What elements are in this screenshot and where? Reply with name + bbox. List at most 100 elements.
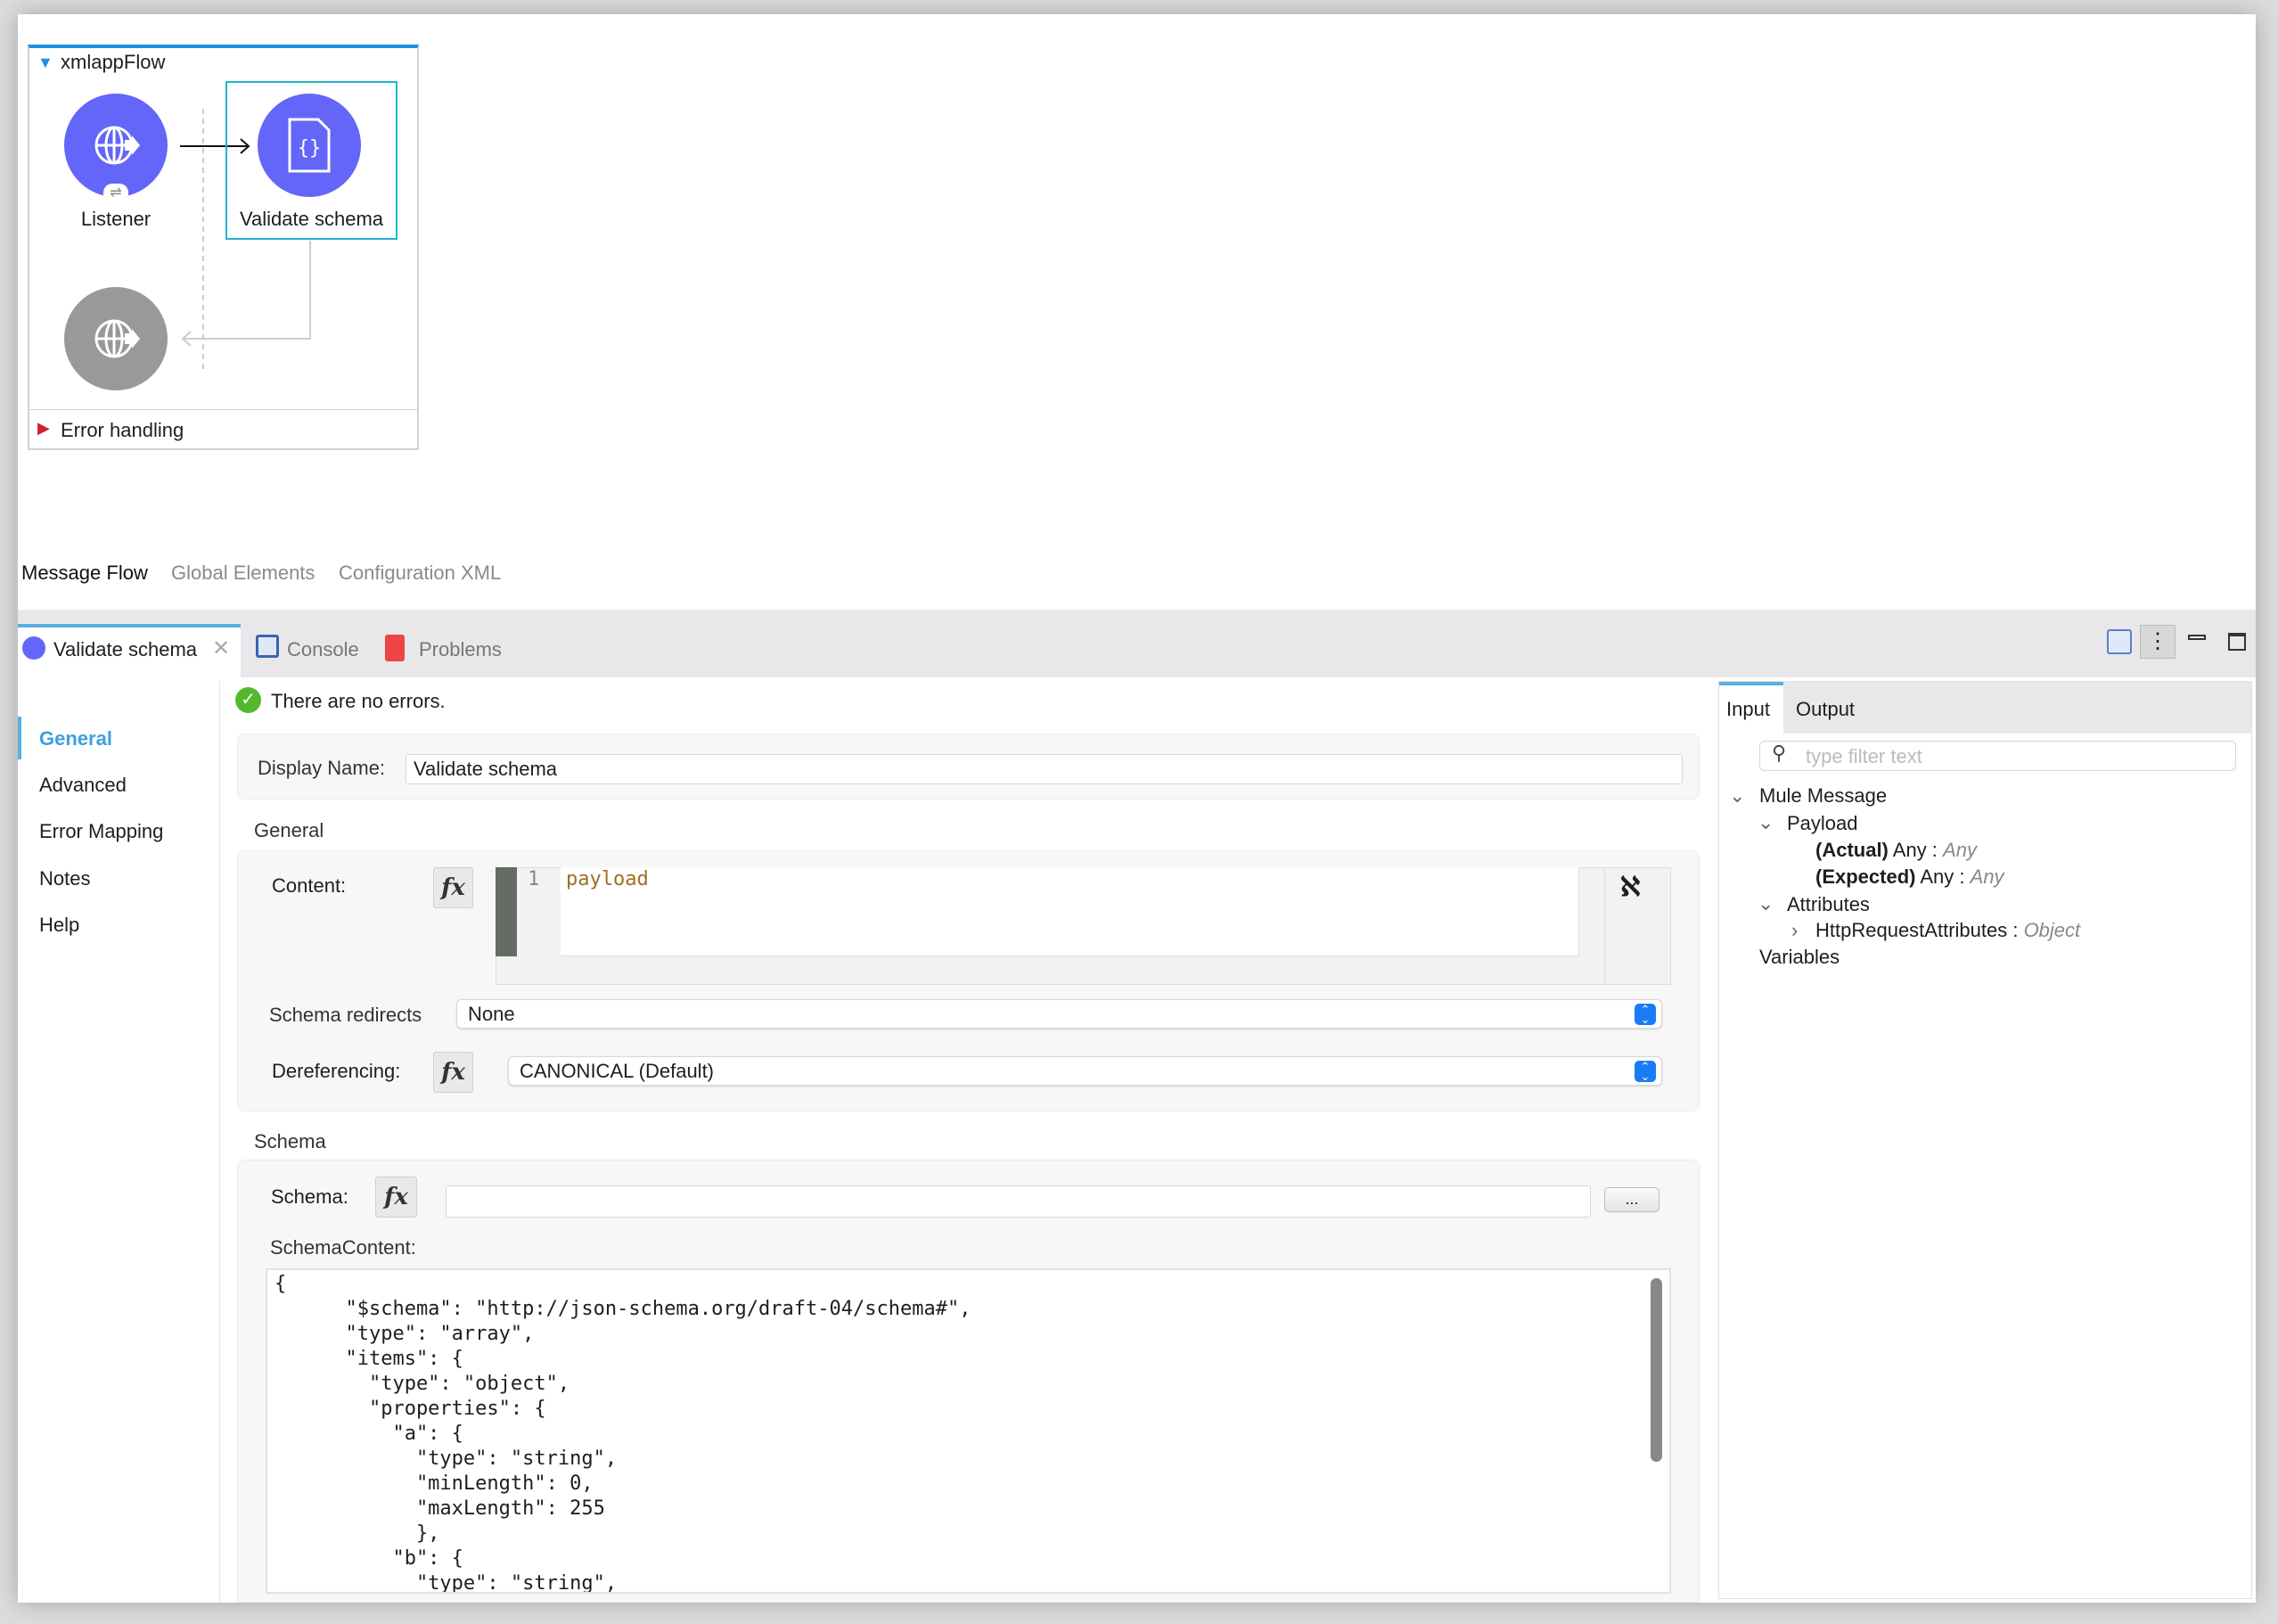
schema-redirects-select[interactable]: None ⌃ ⌄ [456, 999, 1662, 1029]
code-line: "a": { [275, 1423, 463, 1445]
type: Any [1970, 865, 2004, 888]
label: Any : [1915, 865, 1971, 888]
filter-placeholder: type filter text [1806, 745, 1922, 767]
tab-configuration-xml[interactable]: Configuration XML [339, 562, 501, 585]
code-line: }, [275, 1522, 440, 1545]
tree-expected[interactable]: (Expected) Any : Any [1815, 865, 2004, 889]
label: (Expected) [1815, 865, 1916, 888]
tree-mule-message[interactable]: Mule Message [1759, 784, 1887, 808]
tab-problems[interactable]: Problems [419, 638, 502, 661]
response-node[interactable] [64, 287, 168, 390]
content-label: Content: [272, 874, 347, 897]
dereferencing-select[interactable]: CANONICAL (Default) ⌃ ⌄ [508, 1056, 1662, 1086]
code-line: "maxLength": 255 [275, 1497, 605, 1520]
node-label: Validate schema [239, 208, 383, 230]
tree-attributes[interactable]: Attributes [1787, 893, 1870, 916]
tab-console[interactable]: Console [287, 638, 359, 661]
collapse-triangle-icon[interactable]: ▼ [37, 53, 53, 72]
label: (Actual) [1815, 839, 1889, 861]
general-section-header: General [254, 819, 324, 841]
globe-listener-icon [94, 126, 140, 165]
tree-http-request-attributes[interactable]: HttpRequestAttributes : Object [1815, 919, 2080, 942]
fx-toggle-button[interactable]: fx [433, 867, 473, 908]
code-line: "$schema": "http://json-schema.org/draft… [275, 1298, 971, 1320]
minimize-icon[interactable] [2188, 635, 2206, 640]
code-line: "type": "string", [275, 1448, 618, 1470]
schema-section-header: Schema [254, 1130, 326, 1152]
code-line: "properties": { [275, 1398, 546, 1420]
chevron-down-icon[interactable]: ⌄ [1758, 811, 1774, 834]
nav-active-indicator [18, 717, 21, 759]
console-icon [256, 635, 279, 658]
schema-code: { "$schema": "http://json-schema.org/dra… [267, 1270, 1669, 1594]
source-exchange-icon: ⇌ [103, 184, 128, 201]
nav-advanced[interactable]: Advanced [39, 774, 127, 797]
tab-input[interactable]: Input [1726, 698, 1770, 721]
schema-content-label: SchemaContent: [270, 1236, 416, 1259]
close-icon[interactable]: ✕ [212, 636, 230, 661]
schema-redirects-label: Schema redirects [269, 1004, 422, 1026]
nav-error-mapping[interactable]: Error Mapping [39, 820, 163, 843]
schema-content-editor[interactable]: { "$schema": "http://json-schema.org/dra… [266, 1268, 1671, 1594]
code-line: "type": "object", [275, 1373, 570, 1395]
search-icon: ⚲ [1772, 742, 1787, 764]
scrollbar[interactable] [1651, 1278, 1662, 1462]
tree-payload[interactable]: Payload [1787, 812, 1858, 835]
json-file-icon: {} [288, 118, 331, 173]
tab-global-elements[interactable]: Global Elements [171, 562, 315, 585]
select-arrows-icon: ⌃ ⌄ [1635, 1004, 1656, 1025]
nav-divider [219, 681, 220, 1603]
nav-help[interactable]: Help [39, 914, 79, 937]
problems-icon [385, 635, 405, 661]
error-handling-label[interactable]: Error handling [61, 419, 184, 442]
success-check-icon: ✓ [235, 687, 261, 713]
label: Any : [1888, 839, 1944, 861]
globe-response-icon [94, 319, 140, 358]
content-value[interactable]: payload [561, 867, 1579, 956]
chevron-right-icon[interactable]: › [1791, 919, 1798, 942]
chevron-down-icon[interactable]: ⌄ [1729, 784, 1745, 808]
label: HttpRequestAttributes : [1815, 919, 2024, 941]
tab-label: Validate schema [53, 638, 198, 660]
display-name-label: Display Name: [258, 757, 386, 779]
select-arrows-icon: ⌃ ⌄ [1635, 1061, 1656, 1082]
status-message: There are no errors. [271, 690, 446, 712]
type: Object [2023, 919, 2081, 941]
editor-gutter [496, 867, 517, 956]
dereferencing-label: Dereferencing: [272, 1060, 401, 1082]
divider [29, 409, 417, 410]
fx-toggle-button[interactable]: fx [375, 1177, 417, 1218]
tree-actual[interactable]: (Actual) Any : Any [1815, 839, 1977, 862]
selected-value: None [468, 1002, 515, 1025]
nav-general[interactable]: General [39, 727, 112, 750]
schema-label: Schema: [271, 1185, 348, 1208]
browse-button[interactable]: ... [1604, 1187, 1659, 1212]
tree-variables[interactable]: Variables [1759, 946, 1840, 969]
code-line: { [275, 1273, 287, 1295]
divider [1604, 867, 1605, 985]
fx-toggle-button[interactable]: fx [433, 1052, 473, 1093]
code-line: "type": "string", [275, 1572, 618, 1594]
tab-message-flow[interactable]: Message Flow [21, 562, 148, 585]
nav-notes[interactable]: Notes [39, 867, 90, 890]
code-line: "type": "array", [275, 1323, 535, 1345]
flow-name: xmlappFlow [61, 51, 166, 73]
svg-text:{}: {} [298, 137, 322, 160]
code-line: "b": { [275, 1547, 463, 1570]
listener-node[interactable] [64, 94, 168, 197]
line-number: 1 [528, 868, 540, 890]
chevron-down-icon[interactable]: ⌄ [1758, 892, 1774, 915]
code-line: "minLength": 0, [275, 1472, 594, 1495]
tab-output[interactable]: Output [1796, 698, 1855, 721]
validate-icon [22, 636, 45, 660]
expand-triangle-icon[interactable]: ▶ [37, 419, 50, 438]
type: Any [1943, 839, 1977, 861]
schema-input[interactable] [446, 1185, 1591, 1218]
display-name-input[interactable]: Validate schema [406, 754, 1683, 784]
tree-view-icon[interactable]: ⋮ [2140, 625, 2176, 659]
node-label: Listener [80, 208, 152, 230]
maximize-icon[interactable] [2228, 633, 2246, 651]
data-mapping-icon[interactable]: ℵ [1620, 872, 1640, 903]
save-icon[interactable] [2107, 629, 2132, 654]
validate-schema-node[interactable]: {} [258, 94, 361, 197]
